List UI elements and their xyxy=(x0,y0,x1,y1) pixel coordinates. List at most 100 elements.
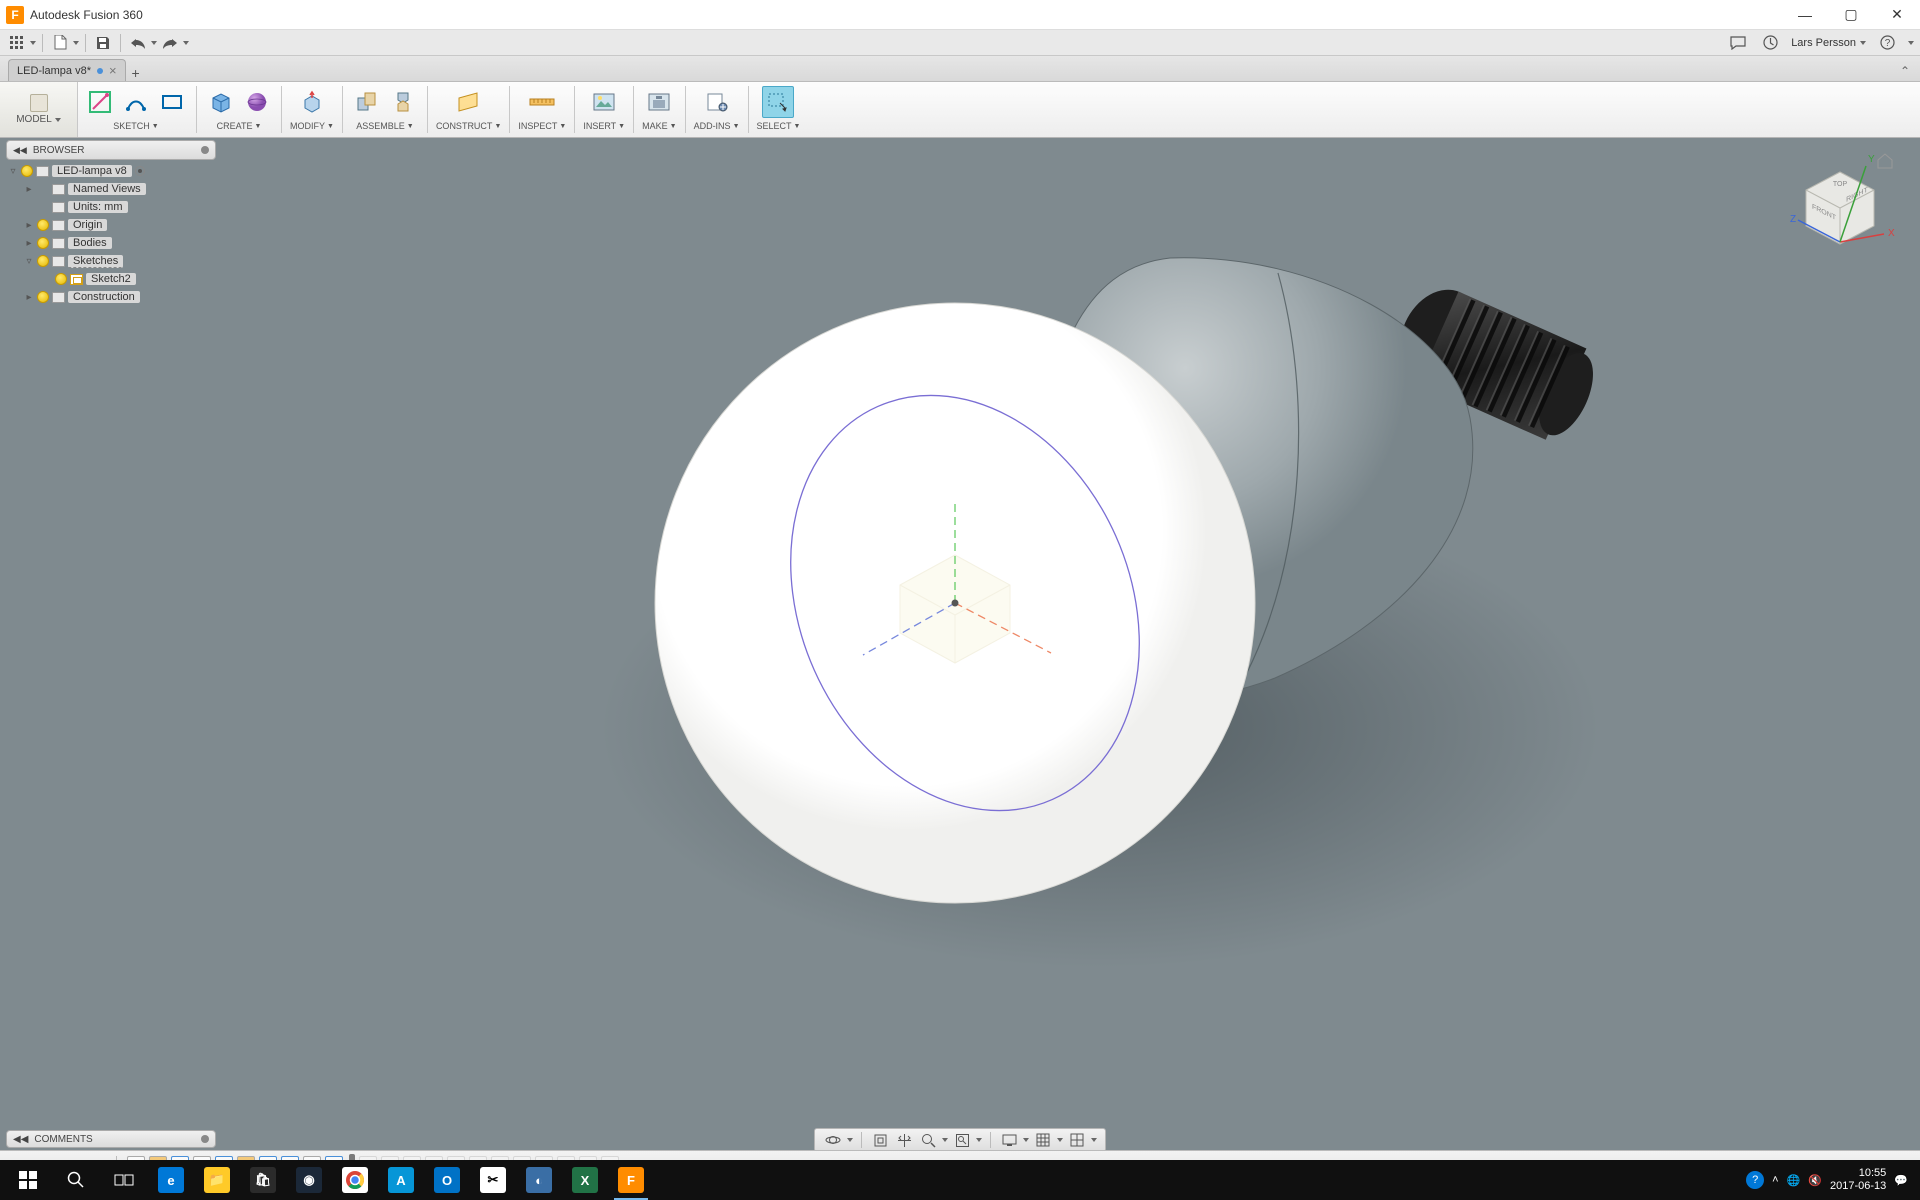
select-icon[interactable] xyxy=(762,86,794,118)
help-dropdown-icon[interactable] xyxy=(1908,41,1914,45)
tray-network-icon[interactable]: 🌐 xyxy=(1787,1174,1801,1187)
expand-icon[interactable]: ▿ xyxy=(24,256,34,267)
apps-dropdown-icon[interactable] xyxy=(30,41,36,45)
plane-icon[interactable] xyxy=(453,86,485,118)
sphere-icon[interactable] xyxy=(241,86,273,118)
close-button[interactable]: ✕ xyxy=(1874,0,1920,30)
search-icon[interactable] xyxy=(52,1160,100,1200)
taskbar-app-steam[interactable]: ◉ xyxy=(286,1160,332,1200)
expand-icon[interactable]: ▸ xyxy=(24,238,34,249)
visibility-bulb-icon[interactable] xyxy=(55,273,67,285)
minimize-button[interactable]: — xyxy=(1782,0,1828,30)
comments-header[interactable]: ◀◀ COMMENTS xyxy=(6,1130,216,1148)
collapse-ribbon-icon[interactable]: ⌃ xyxy=(1890,61,1920,81)
tray-chevron-icon[interactable]: ˄ xyxy=(1772,1174,1778,1186)
viewport[interactable]: TOP FRONT RIGHT Z X Y xyxy=(0,138,1920,1160)
display-settings-icon[interactable] xyxy=(999,1130,1019,1150)
save-icon[interactable] xyxy=(92,32,114,54)
tree-sketch2[interactable]: ▸ Sketch2 xyxy=(6,270,216,288)
orbit-icon[interactable] xyxy=(823,1130,843,1150)
grid-settings-icon[interactable] xyxy=(1033,1130,1053,1150)
scripts-icon[interactable] xyxy=(701,86,733,118)
undo-icon[interactable] xyxy=(127,32,149,54)
display-dropdown-icon[interactable] xyxy=(1023,1138,1029,1142)
fit-dropdown-icon[interactable] xyxy=(976,1138,982,1142)
box-icon[interactable] xyxy=(205,86,237,118)
zoom-dropdown-icon[interactable] xyxy=(942,1138,948,1142)
decal-icon[interactable] xyxy=(588,86,620,118)
tree-named-views[interactable]: ▸ Named Views xyxy=(6,180,216,198)
job-status-icon[interactable] xyxy=(1759,32,1781,54)
tree-root[interactable]: ▿ LED-lampa v8 xyxy=(6,162,216,180)
look-at-icon[interactable] xyxy=(870,1130,890,1150)
taskbar-clock[interactable]: 10:55 2017-06-13 xyxy=(1830,1167,1886,1193)
tree-construction[interactable]: ▸ Construction xyxy=(6,288,216,306)
tree-bodies[interactable]: ▸ Bodies xyxy=(6,234,216,252)
rectangle-icon[interactable] xyxy=(156,86,188,118)
expand-icon[interactable]: ▸ xyxy=(24,184,34,195)
pan-icon[interactable] xyxy=(894,1130,914,1150)
tree-units[interactable]: ▸ Units: mm xyxy=(6,198,216,216)
expand-icon[interactable]: ▸ xyxy=(24,292,34,303)
user-menu[interactable]: Lars Persson xyxy=(1791,37,1866,49)
redo-icon[interactable] xyxy=(159,32,181,54)
line-icon[interactable] xyxy=(120,86,152,118)
help-icon[interactable]: ? xyxy=(1876,32,1898,54)
taskbar-app-misc1[interactable]: ◐ xyxy=(516,1160,562,1200)
ribbon-label-construct[interactable]: CONSTRUCT▼ xyxy=(436,121,501,131)
redo-dropdown-icon[interactable] xyxy=(183,41,189,45)
taskbar-app-edge[interactable]: e xyxy=(148,1160,194,1200)
tree-origin[interactable]: ▸ Origin xyxy=(6,216,216,234)
apps-grid-icon[interactable] xyxy=(6,32,28,54)
file-icon[interactable] xyxy=(49,32,71,54)
taskbar-app-autodesk[interactable]: A xyxy=(378,1160,424,1200)
visibility-bulb-icon[interactable] xyxy=(37,291,49,303)
create-sketch-icon[interactable] xyxy=(84,86,116,118)
panel-options-icon[interactable] xyxy=(201,146,209,154)
ribbon-label-modify[interactable]: MODIFY▼ xyxy=(290,121,334,131)
start-button[interactable] xyxy=(4,1160,52,1200)
chat-icon[interactable] xyxy=(1727,32,1749,54)
activate-radio-icon[interactable] xyxy=(135,166,145,176)
ribbon-label-sketch[interactable]: SKETCH▼ xyxy=(113,121,158,131)
file-dropdown-icon[interactable] xyxy=(73,41,79,45)
joint-icon[interactable] xyxy=(387,86,419,118)
tray-volume-icon[interactable]: 🔇 xyxy=(1808,1174,1822,1187)
ribbon-label-assemble[interactable]: ASSEMBLE▼ xyxy=(356,121,413,131)
ribbon-label-insert[interactable]: INSERT▼ xyxy=(583,121,625,131)
document-tab[interactable]: LED-lampa v8* × xyxy=(8,59,126,81)
expand-icon[interactable]: ▿ xyxy=(8,166,18,177)
taskbar-app-chrome[interactable] xyxy=(332,1160,378,1200)
taskbar-app-fusion[interactable]: F xyxy=(608,1160,654,1200)
taskbar-app-snip[interactable]: ✂ xyxy=(470,1160,516,1200)
expand-icon[interactable]: ▸ xyxy=(24,220,34,231)
tab-close-icon[interactable]: × xyxy=(109,63,117,78)
taskbar-app-excel[interactable]: X xyxy=(562,1160,608,1200)
orbit-dropdown-icon[interactable] xyxy=(847,1138,853,1142)
visibility-bulb-icon[interactable] xyxy=(37,237,49,249)
viewport-layout-icon[interactable] xyxy=(1067,1130,1087,1150)
zoom-icon[interactable] xyxy=(918,1130,938,1150)
workspace-switcher[interactable]: MODEL xyxy=(0,82,78,137)
viewport-dropdown-icon[interactable] xyxy=(1091,1138,1097,1142)
task-view-icon[interactable] xyxy=(100,1160,148,1200)
ribbon-label-addins[interactable]: ADD-INS▼ xyxy=(694,121,740,131)
taskbar-app-store[interactable]: 🛍 xyxy=(240,1160,286,1200)
taskbar-app-outlook[interactable]: O xyxy=(424,1160,470,1200)
viewcube[interactable]: TOP FRONT RIGHT Z X Y xyxy=(1780,148,1900,268)
ribbon-label-create[interactable]: CREATE▼ xyxy=(217,121,262,131)
measure-icon[interactable] xyxy=(526,86,558,118)
grid-dropdown-icon[interactable] xyxy=(1057,1138,1063,1142)
ribbon-label-inspect[interactable]: INSPECT▼ xyxy=(518,121,566,131)
taskbar-app-explorer[interactable]: 📁 xyxy=(194,1160,240,1200)
ribbon-label-select[interactable]: SELECT▼ xyxy=(757,121,801,131)
visibility-bulb-icon[interactable] xyxy=(37,219,49,231)
undo-dropdown-icon[interactable] xyxy=(151,41,157,45)
get-help-icon[interactable]: ? xyxy=(1746,1171,1764,1189)
browser-header[interactable]: ◀◀ BROWSER xyxy=(6,140,216,160)
panel-options-icon[interactable] xyxy=(201,1135,209,1143)
print-3d-icon[interactable] xyxy=(643,86,675,118)
new-tab-button[interactable]: + xyxy=(126,65,146,81)
visibility-bulb-icon[interactable] xyxy=(21,165,33,177)
action-center-icon[interactable]: 💬 xyxy=(1894,1174,1908,1187)
